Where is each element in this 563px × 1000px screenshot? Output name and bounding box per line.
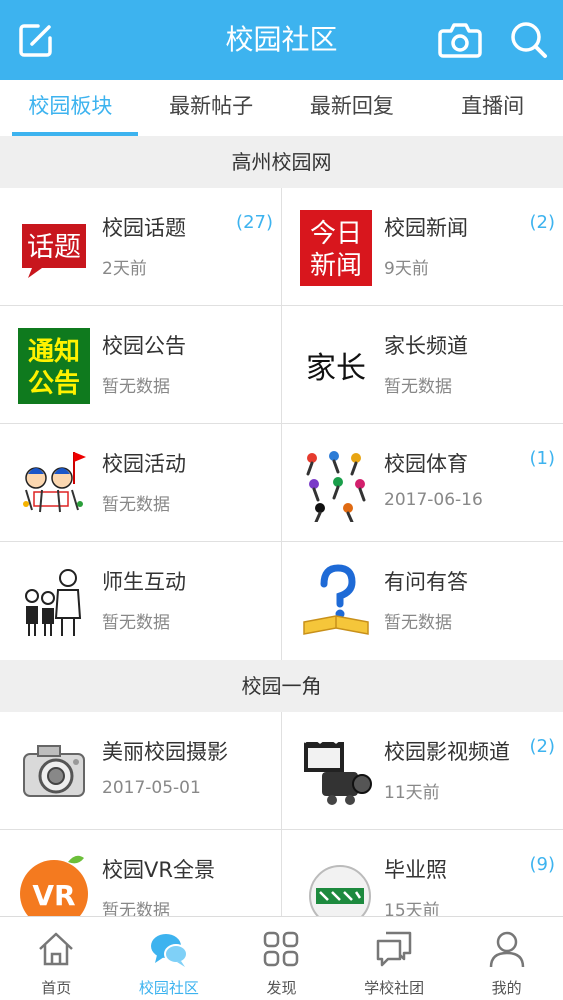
nav-label: 我的 (491, 979, 522, 997)
board-item[interactable]: 今日 新闻 校园新闻 9天前 (2) (282, 188, 563, 306)
nav-campus-community[interactable]: 校园社区 (113, 917, 226, 1000)
svg-text:通知: 通知 (28, 337, 80, 367)
nav-label: 首页 (41, 979, 72, 997)
video-camera-icon (300, 732, 372, 810)
tab-campus-boards[interactable]: 校园板块 (0, 80, 141, 136)
board-updated: 2017-05-01 (102, 778, 201, 798)
home-icon (36, 929, 76, 969)
board-item[interactable]: 有问有答 暂无数据 (282, 542, 563, 660)
graduation-icon (300, 850, 372, 916)
board-grid: 话题 校园话题 2天前 (27) 今日 新闻 校园新闻 9天前 (2) 通知 公… (0, 188, 563, 660)
activity-icon (18, 444, 90, 522)
post-count-badge: (27) (236, 212, 273, 233)
grid-icon (261, 929, 301, 969)
tab-latest-replies[interactable]: 最新回复 (282, 80, 423, 136)
board-updated: 2天前 (102, 259, 147, 279)
svg-text:话题: 话题 (27, 232, 81, 263)
board-name: 校园公告 (102, 334, 186, 358)
nav-label: 校园社区 (138, 979, 199, 997)
sports-icon (300, 444, 372, 524)
board-updated: 2017-06-16 (384, 490, 483, 510)
tab-bar: 校园板块 最新帖子 最新回复 直播间 (0, 80, 563, 136)
board-name: 家长频道 (384, 334, 468, 358)
board-item[interactable]: 通知 公告 校园公告 暂无数据 (0, 306, 281, 424)
svg-text:今日: 今日 (310, 219, 362, 249)
chat-bubbles-icon (149, 929, 189, 969)
board-name: 有问有答 (384, 570, 468, 594)
board-updated: 暂无数据 (384, 613, 452, 633)
grid-divider (281, 712, 282, 916)
board-name: 校园活动 (102, 452, 186, 476)
bottom-nav: 首页 校园社区 发现 学校社团 我的 (0, 916, 563, 1000)
user-icon (487, 929, 527, 969)
board-item[interactable]: 美丽校园摄影 2017-05-01 (0, 712, 281, 830)
board-updated: 9天前 (384, 259, 429, 279)
club-icon (374, 929, 414, 969)
board-updated: 暂无数据 (102, 613, 170, 633)
board-name: 毕业照 (384, 858, 447, 882)
grid-divider (0, 423, 563, 424)
tab-live-room[interactable]: 直播间 (422, 80, 563, 136)
topic-icon: 话题 (18, 208, 90, 286)
board-name: 校园影视频道 (384, 740, 510, 764)
news-icon: 今日 新闻 (300, 208, 372, 286)
grid-divider (0, 541, 563, 542)
board-name: 美丽校园摄影 (102, 740, 228, 764)
nav-label: 学校社团 (364, 979, 425, 997)
board-updated: 暂无数据 (102, 901, 170, 916)
parents-icon: 家长 (300, 326, 372, 404)
post-count-badge: (2) (529, 212, 556, 233)
nav-mine[interactable]: 我的 (450, 917, 563, 1000)
qa-book-icon (300, 562, 372, 640)
grid-divider (0, 829, 563, 830)
vr-icon: VR (18, 850, 90, 916)
post-count-badge: (1) (529, 448, 556, 469)
app-header: 校园社区 (0, 0, 563, 80)
notice-icon: 通知 公告 (18, 326, 90, 404)
post-count-badge: (2) (529, 736, 556, 757)
board-item[interactable]: 毕业照 15天前 (9) (282, 830, 563, 916)
board-updated: 15天前 (384, 901, 440, 916)
board-item[interactable]: 师生互动 暂无数据 (0, 542, 281, 660)
tab-latest-posts[interactable]: 最新帖子 (141, 80, 282, 136)
nav-school-clubs[interactable]: 学校社团 (338, 917, 451, 1000)
section-header: 校园一角 (0, 660, 563, 712)
board-name: 校园体育 (384, 452, 468, 476)
board-name: 校园VR全景 (102, 858, 215, 882)
svg-text:公告: 公告 (28, 369, 80, 399)
board-name: 师生互动 (102, 570, 186, 594)
board-grid: 美丽校园摄影 2017-05-01 校园影视频道 11天前 (2) VR 校园V… (0, 712, 563, 916)
board-item[interactable]: VR 校园VR全景 暂无数据 (0, 830, 281, 916)
board-item[interactable]: 校园体育 2017-06-16 (1) (282, 424, 563, 542)
grid-divider (0, 305, 563, 306)
camera-photo-icon (18, 732, 90, 810)
board-updated: 暂无数据 (102, 377, 170, 397)
board-name: 校园新闻 (384, 216, 468, 240)
svg-text:VR: VR (32, 879, 75, 912)
board-name: 校园话题 (102, 216, 186, 240)
board-item[interactable]: 校园影视频道 11天前 (2) (282, 712, 563, 830)
teacher-student-icon (18, 562, 90, 640)
post-count-badge: (9) (529, 854, 556, 875)
board-item[interactable]: 话题 校园话题 2天前 (27) (0, 188, 281, 306)
section-header: 高州校园网 (0, 136, 563, 188)
svg-text:新闻: 新闻 (310, 251, 362, 281)
board-item[interactable]: 校园活动 暂无数据 (0, 424, 281, 542)
camera-icon[interactable] (436, 16, 484, 64)
board-updated: 暂无数据 (102, 495, 170, 515)
nav-discover[interactable]: 发现 (225, 917, 338, 1000)
svg-text:家长: 家长 (306, 351, 366, 386)
board-updated: 暂无数据 (384, 377, 452, 397)
grid-divider (281, 188, 282, 660)
board-updated: 11天前 (384, 783, 440, 803)
search-icon[interactable] (505, 16, 553, 64)
nav-label: 发现 (266, 979, 297, 997)
board-item[interactable]: 家长 家长频道 暂无数据 (282, 306, 563, 424)
nav-home[interactable]: 首页 (0, 917, 113, 1000)
